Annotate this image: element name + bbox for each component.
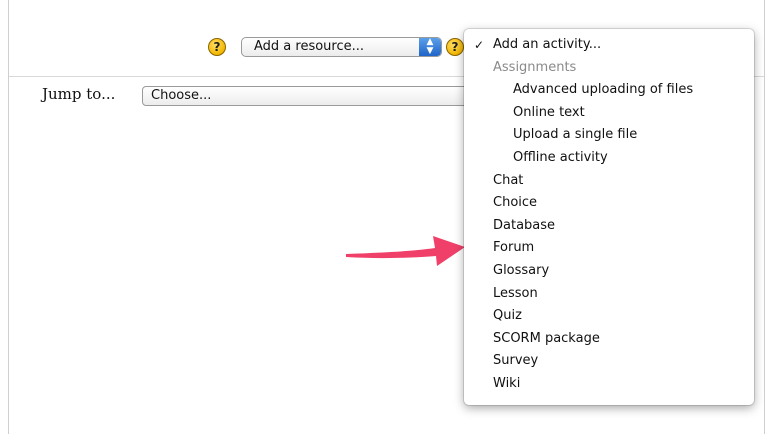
annotation-arrow-icon	[346, 236, 465, 266]
menu-option[interactable]: Database	[493, 215, 555, 237]
menu-option[interactable]: Online text	[513, 102, 585, 124]
menu-option-label: Upload a single file	[513, 127, 638, 143]
menu-option[interactable]: Wiki	[493, 373, 520, 395]
menu-option[interactable]: Choice	[493, 192, 537, 214]
menu-option[interactable]: Survey	[493, 350, 538, 372]
help-icon[interactable]: ?	[208, 38, 226, 56]
menu-option-label: Survey	[493, 353, 539, 369]
menu-option-label: SCORM package	[493, 330, 600, 346]
menu-option[interactable]: Offline activity	[513, 147, 608, 169]
add-activity-dropdown-menu[interactable]: Add an activity... ✓ Assignments Advanced u…	[464, 29, 754, 405]
menu-option[interactable]: Lesson	[493, 283, 538, 305]
menu-option[interactable]: Add an activity...	[493, 34, 601, 56]
menu-option-label: Chat	[493, 172, 524, 188]
menu-option-label: Glossary	[493, 263, 550, 278]
menu-option-label: Choice	[493, 195, 538, 211]
right-frame-border	[764, 0, 765, 434]
add-resource-select[interactable]: Add a resource... ▲ ▼	[241, 37, 442, 57]
menu-option[interactable]: Chat	[493, 170, 523, 192]
select-stepper-icon: ▲ ▼	[419, 38, 441, 56]
menu-option-label: Offline activity	[513, 150, 608, 165]
menu-option-label: Forum	[493, 240, 535, 256]
menu-option-label: Database	[493, 217, 556, 233]
menu-option[interactable]: Forum	[493, 237, 534, 259]
menu-option-label: Advanced uploading of files	[513, 82, 694, 98]
activity-help-icon[interactable]: ?	[446, 38, 464, 56]
menu-group-label: Assignments	[493, 57, 576, 79]
menu-option-label: Quiz	[493, 308, 522, 324]
add-resource-select-value: Add a resource...	[254, 39, 365, 54]
menu-option[interactable]: Advanced uploading of files	[513, 79, 693, 101]
menu-option[interactable]: Quiz	[493, 305, 522, 327]
jump-to-label: Jump to...	[42, 85, 116, 103]
menu-option[interactable]: Glossary	[493, 260, 549, 282]
menu-option-label: Assignments	[493, 59, 577, 75]
menu-option[interactable]: SCORM package	[493, 328, 600, 350]
menu-option-label: Lesson	[493, 285, 538, 301]
menu-option[interactable]: Upload a single file	[513, 124, 637, 146]
jump-to-select[interactable]: Choose...	[142, 86, 472, 106]
jump-to-select-value: Choose...	[151, 88, 212, 103]
menu-option-label: Wiki	[493, 376, 521, 391]
menu-option-label: Add an activity...	[493, 37, 602, 52]
checkmark-icon: ✓	[474, 38, 485, 52]
menu-option-label: Online text	[513, 104, 585, 120]
